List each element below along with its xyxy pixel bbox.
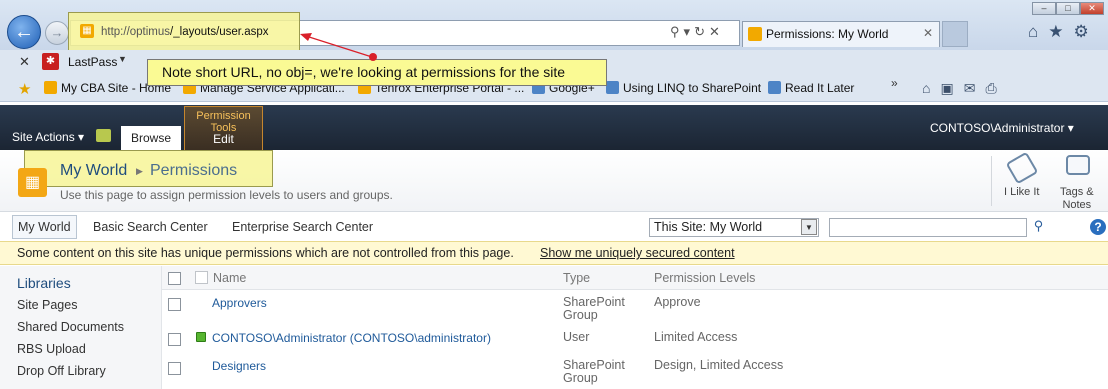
contextual-group-label: Permission Tools — [196, 110, 251, 134]
quick-launch-heading[interactable]: Libraries — [17, 275, 71, 291]
url-path: /_layouts/user.aspx — [170, 26, 269, 38]
presence-status-icon[interactable] — [196, 332, 206, 342]
breadcrumb-separator-icon: ▶ — [136, 166, 143, 176]
list-header — [162, 266, 1108, 290]
annotation-callout: Note short URL, no obj=, we're looking a… — [147, 59, 607, 86]
tags-label-line1: Tags & — [1060, 186, 1094, 198]
window-controls: – □ ✕ — [1032, 0, 1108, 15]
row-name-link[interactable]: Approvers — [212, 296, 267, 310]
dropdown-icon[interactable]: ▾ — [684, 24, 695, 39]
select-all-checkbox[interactable] — [168, 272, 181, 285]
tab-browse[interactable]: Browse — [121, 126, 181, 150]
row-checkbox[interactable] — [168, 333, 181, 346]
i-like-it-button[interactable]: I Like It — [1004, 186, 1039, 198]
maximize-icon[interactable]: □ — [1056, 2, 1080, 15]
row-checkbox[interactable] — [168, 298, 181, 311]
row-checkbox[interactable] — [168, 362, 181, 375]
tags-notes-icon[interactable] — [1066, 155, 1090, 175]
quick-launch-item[interactable]: RBS Upload — [17, 342, 86, 356]
quick-launch-item[interactable]: Site Pages — [17, 298, 77, 312]
command-bar-tools: ⌂▣✉⎙ — [922, 80, 1007, 97]
new-tab-button[interactable] — [942, 21, 968, 47]
forward-arrow-icon: → — [50, 25, 64, 40]
browser-right-icons: ⌂★⚙ — [1028, 22, 1099, 42]
favorites-star-icon[interactable]: ★ — [1048, 22, 1073, 41]
home-icon[interactable]: ⌂ — [922, 80, 940, 96]
type-line1: SharePoint — [563, 358, 625, 372]
row-name-link[interactable]: Designers — [212, 359, 266, 373]
row-permission-levels: Limited Access — [654, 330, 738, 344]
feeds-icon[interactable]: ▣ — [940, 80, 963, 96]
mail-icon[interactable]: ✉ — [964, 80, 986, 96]
settings-gear-icon[interactable]: ⚙ — [1074, 22, 1099, 41]
favorites-icon[interactable]: ★ — [18, 80, 31, 98]
breadcrumb-site[interactable]: My World — [60, 162, 127, 180]
uniquely-secured-link[interactable]: Show me uniquely secured content — [540, 246, 735, 260]
quick-launch-item[interactable]: Drop Off Library — [17, 364, 106, 378]
page-icon — [606, 81, 619, 94]
page-description: Use this page to assign permission level… — [60, 188, 393, 202]
favorite-label: Read It Later — [785, 81, 855, 95]
lastpass-dropdown-icon[interactable]: ▼ — [118, 54, 127, 64]
search-scope-select[interactable]: This Site: My World — [649, 218, 819, 237]
tab-edit[interactable]: Edit — [184, 132, 263, 146]
help-icon[interactable]: ? — [1090, 219, 1106, 235]
search-icon[interactable]: ⚲ — [670, 24, 684, 39]
favorite-link[interactable]: Using LINQ to SharePoint — [606, 81, 761, 95]
home-icon[interactable]: ⌂ — [1028, 22, 1048, 41]
site-actions-menu[interactable]: Site Actions ▾ — [12, 130, 84, 144]
topnav-basic-search[interactable]: Basic Search Center — [93, 220, 208, 234]
row-permission-levels: Design, Limited Access — [654, 358, 784, 372]
refresh-icon[interactable]: ↻ — [694, 24, 709, 39]
navigate-up-icon[interactable] — [96, 129, 111, 142]
address-tools[interactable]: ⚲▾↻✕ — [670, 24, 724, 40]
more-favorites-chevron-icon[interactable]: » — [891, 76, 898, 90]
user-menu[interactable]: CONTOSO\Administrator ▾ — [930, 121, 1074, 135]
back-arrow-icon: ← — [14, 21, 34, 43]
row-permission-levels: Approve — [654, 295, 701, 309]
close-window-icon[interactable]: ✕ — [1080, 2, 1104, 15]
lastpass-icon[interactable]: ✱ — [42, 53, 59, 70]
page-icon — [768, 81, 781, 94]
page-icon — [44, 81, 57, 94]
page-title: Permissions — [150, 162, 238, 179]
topnav-my-world[interactable]: My World — [12, 215, 77, 239]
row-name-link[interactable]: CONTOSO\Administrator (CONTOSO\administr… — [212, 331, 491, 345]
favorite-link[interactable]: Read It Later — [768, 81, 854, 95]
row-type: User — [563, 330, 590, 344]
chevron-down-icon[interactable]: ▼ — [801, 219, 817, 235]
search-input[interactable] — [829, 218, 1027, 237]
tags-notes-button[interactable]: Tags & Notes — [1060, 186, 1094, 212]
print-icon[interactable]: ⎙ — [985, 80, 1006, 96]
lastpass-label[interactable]: LastPass — [68, 55, 117, 69]
topnav-enterprise-search[interactable]: Enterprise Search Center — [232, 220, 373, 234]
type-line2: Group — [563, 371, 598, 385]
back-button[interactable]: ← — [7, 15, 41, 49]
site-logo-icon[interactable]: ▦ — [18, 168, 47, 197]
type-line1: SharePoint — [563, 295, 625, 309]
tab-title[interactable]: Permissions: My World — [766, 27, 888, 41]
column-header-name[interactable]: Name — [213, 271, 246, 285]
column-header-permission-levels[interactable]: Permission Levels — [654, 271, 755, 285]
status-message: Some content on this site has unique per… — [17, 246, 514, 260]
close-toolbar-icon[interactable]: ✕ — [19, 54, 30, 70]
type-line2: Group — [563, 308, 598, 322]
tags-label-line2: Notes — [1062, 199, 1092, 211]
stop-icon[interactable]: ✕ — [709, 24, 724, 39]
item-type-icon — [195, 271, 208, 284]
url-host: http://optimus — [101, 26, 171, 38]
forward-button[interactable]: → — [45, 21, 69, 45]
minimize-icon[interactable]: – — [1032, 2, 1056, 15]
favorite-label: Using LINQ to SharePoint — [623, 81, 762, 95]
divider — [991, 156, 992, 206]
search-icon[interactable]: ⚲ — [1029, 218, 1048, 237]
row-type: SharePoint Group — [563, 359, 625, 385]
tab-close-icon[interactable]: ✕ — [923, 26, 933, 40]
address-url[interactable]: http://optimus/_layouts/user.aspx — [101, 26, 269, 38]
site-favicon-icon: ▦ — [80, 24, 94, 38]
quick-launch-item[interactable]: Shared Documents — [17, 320, 124, 334]
tab-favicon-icon — [748, 27, 762, 41]
column-header-type[interactable]: Type — [563, 271, 590, 285]
row-type: SharePoint Group — [563, 296, 625, 322]
